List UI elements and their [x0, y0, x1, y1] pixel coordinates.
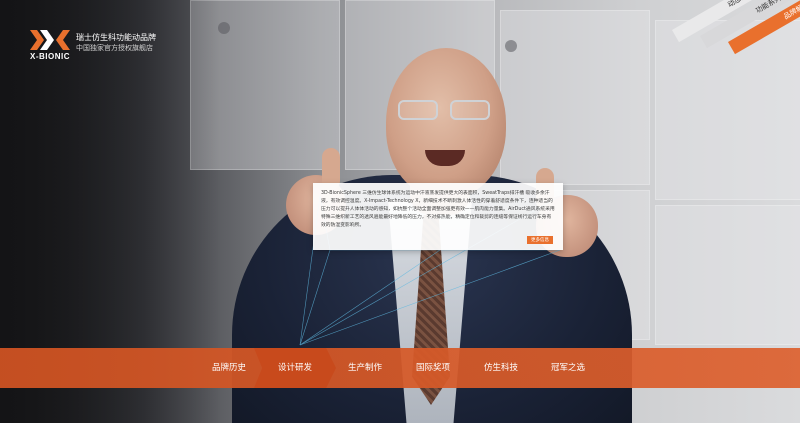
more-info-button[interactable]: 更多信息	[527, 236, 553, 244]
brand-logo[interactable]: X-BIONIC 瑞士仿生科功能动品牌 中国独家官方授权旗舰店	[30, 30, 180, 66]
x-bionic-logo-icon	[30, 30, 70, 50]
brand-tagline: 瑞士仿生科功能动品牌	[76, 33, 156, 42]
brand-wordmark: X-BIONIC	[30, 52, 70, 61]
nav-item-awards[interactable]: 国际奖项	[402, 348, 464, 388]
nav-item-champion[interactable]: 冠军之选	[537, 348, 599, 388]
background-knob	[505, 40, 517, 52]
background-panel	[500, 10, 650, 185]
person-head	[386, 48, 506, 198]
info-card-text: 3D-BionicSphere 三维仿生球体系统为运动中汗液蒸发提供更大的表面积…	[321, 191, 555, 229]
nav-item-production[interactable]: 生产制作	[335, 348, 395, 388]
person-glasses	[398, 100, 494, 122]
corner-ribbon-menu: 动态首页 功能系列 品牌解读	[660, 0, 800, 80]
section-nav-bar: 品牌历史 设计研发 生产制作 国际奖项 仿生科技 冠军之选	[0, 348, 800, 388]
brand-subtagline: 中国独家官方授权旗舰店	[76, 44, 153, 52]
nav-item-design-rd[interactable]: 设计研发	[254, 348, 336, 388]
background-panel	[655, 205, 800, 345]
info-card: 3D-BionicSphere 三维仿生球体系统为运动中汗液蒸发提供更大的表面积…	[313, 183, 563, 250]
nav-item-brand-history[interactable]: 品牌历史	[196, 348, 262, 388]
nav-item-bionic-tech[interactable]: 仿生科技	[470, 348, 532, 388]
